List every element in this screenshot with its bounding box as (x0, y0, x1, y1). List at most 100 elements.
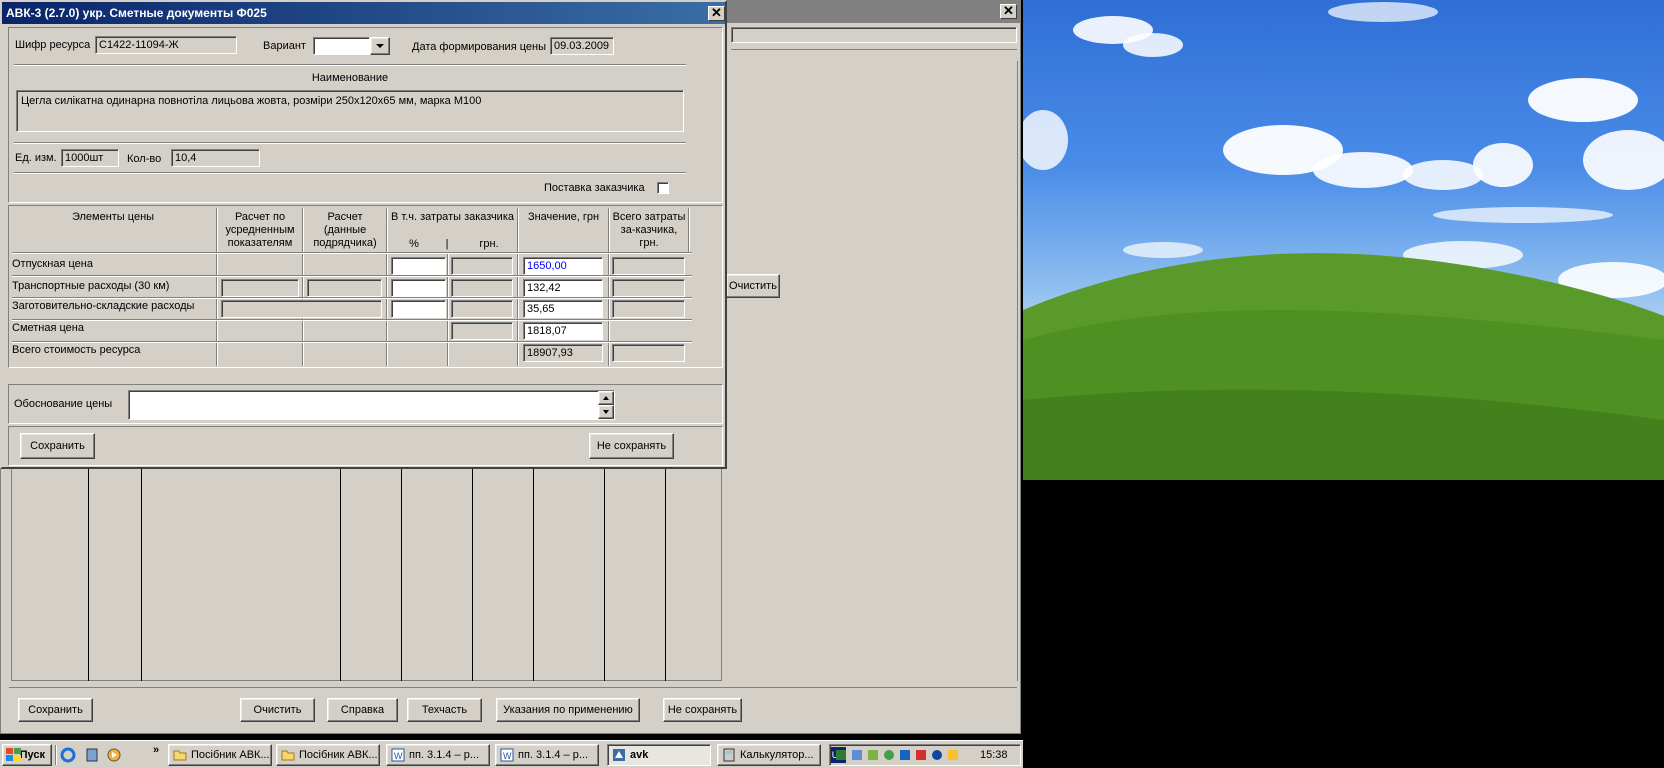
transport-pct-input[interactable] (391, 279, 446, 297)
qty-label: Кол-во (127, 153, 162, 165)
procurement-pct-input[interactable] (391, 300, 446, 318)
divider (12, 252, 692, 254)
main-clear-button[interactable]: Очистить (240, 698, 315, 722)
release-price-pct-input[interactable] (391, 257, 446, 275)
release-price-value-input[interactable]: 1650,00 (523, 257, 603, 275)
column-header-total-customer: Всего затраты за-казчика, грн. (612, 211, 686, 249)
close-icon: ✕ (1003, 3, 1014, 18)
column-header-value: Значение, грн (527, 211, 600, 223)
grid-column (533, 469, 534, 681)
grid-column (88, 469, 89, 681)
quicklaunch-more-icon[interactable]: » (153, 744, 159, 756)
settings-tray-icon[interactable] (930, 748, 944, 762)
refresh-tray-icon[interactable] (882, 748, 896, 762)
release-price-total-field (612, 257, 685, 275)
network-icon[interactable] (834, 748, 848, 762)
start-label: Пуск (19, 749, 45, 761)
qty-field[interactable]: 10,4 (171, 149, 260, 167)
taskbar: Пуск » Посібник АВК... Посібник АВК... W… (0, 740, 1023, 768)
divider (14, 172, 686, 174)
grid-column (665, 469, 666, 681)
taskbar-button-2[interactable]: Посібник АВК... (276, 744, 380, 766)
unit-field[interactable]: 1000шт (61, 149, 119, 167)
divider (688, 208, 690, 252)
divider (731, 49, 1017, 50)
show-desktop-icon[interactable] (84, 747, 100, 763)
word-icon: W (391, 748, 405, 762)
main-nosave-button[interactable]: Не сохранять (663, 698, 742, 722)
main-window-strip (731, 27, 1017, 43)
column-header-contractor: Расчет (данные подрядчика) (313, 211, 377, 249)
svg-text:W: W (394, 751, 403, 761)
scroll-down-button[interactable] (598, 405, 614, 419)
taskbar-button-4[interactable]: W пп. 3.1.4 – р... (495, 744, 599, 766)
update-icon[interactable] (850, 748, 864, 762)
variant-dropdown-button[interactable] (370, 37, 390, 55)
taskbar-button-3[interactable]: W пп. 3.1.4 – р... (386, 744, 490, 766)
chevron-down-icon (603, 410, 609, 414)
taskbar-button-label: Посібник АВК... (299, 749, 378, 761)
column-header-separator: | (445, 238, 449, 250)
column-header-incl-customer: В т.ч. затраты заказчика (391, 211, 514, 223)
row-label-total-cost: Всего стоимость ресурса (12, 344, 141, 356)
price-date-field[interactable]: 09.03.2009 (550, 37, 614, 55)
procurement-value-input[interactable]: 35,65 (523, 300, 603, 318)
taskbar-button-label: avk (630, 749, 649, 761)
sound-icon[interactable] (898, 748, 912, 762)
clock[interactable]: 15:38 (980, 749, 1008, 761)
ie-icon[interactable] (60, 747, 76, 763)
resource-code-label: Шифр ресурса (15, 39, 91, 51)
media-player-icon[interactable] (106, 747, 122, 763)
app-tray-icon[interactable] (866, 748, 880, 762)
grid-column (604, 469, 605, 681)
variant-label: Вариант (263, 40, 306, 52)
row-label-estimate-price: Сметная цена (12, 322, 84, 334)
column-header-avg: Расчет по усредненным показателям (225, 211, 295, 249)
desktop-wallpaper (1023, 0, 1664, 480)
dialog-close-button[interactable]: ✕ (708, 6, 725, 21)
name-field[interactable]: Цегла силікатна одинарна повнотіла лицьо… (16, 90, 684, 132)
divider (12, 341, 692, 343)
row-label-release-price: Отпускная цена (12, 258, 93, 270)
divider (1017, 61, 1018, 681)
customer-supply-checkbox[interactable] (657, 182, 669, 194)
estimate-value-input[interactable]: 1818,07 (523, 322, 603, 340)
svg-text:W: W (503, 751, 512, 761)
start-button[interactable]: Пуск (2, 744, 52, 766)
usage-instructions-button[interactable]: Указания по применению (496, 698, 640, 722)
taskbar-button-5[interactable]: avk (607, 744, 711, 766)
security-tray-icon[interactable] (946, 748, 960, 762)
resource-code-field[interactable]: С1422-11094-Ж (95, 36, 237, 54)
help-button[interactable]: Справка (327, 698, 398, 722)
techpart-button[interactable]: Техчасть (407, 698, 482, 722)
grid-column (401, 469, 402, 681)
results-grid[interactable] (11, 469, 722, 681)
taskbar-button-label: Посібник АВК... (191, 749, 270, 761)
price-date-label: Дата формирования цены (412, 41, 546, 53)
total-customer-cost-field (612, 344, 685, 362)
windows-logo-icon (6, 748, 21, 761)
transport-value-input[interactable]: 132,42 (523, 279, 603, 297)
grid-column (141, 469, 142, 681)
chevron-up-icon (603, 396, 609, 400)
variant-select[interactable] (313, 37, 370, 55)
transport-total-field (612, 279, 685, 297)
transport-grn-field (451, 279, 513, 297)
column-header-pct: % (409, 238, 419, 250)
scroll-up-button[interactable] (598, 391, 614, 405)
procurement-avg-field (221, 300, 382, 318)
taskbar-button-label: пп. 3.1.4 – р... (518, 749, 589, 761)
total-cost-field: 18907,93 (523, 344, 603, 362)
divider (14, 64, 686, 66)
main-window-close-button[interactable]: ✕ (1000, 4, 1017, 19)
dialog-nosave-button[interactable]: Не сохранять (589, 433, 674, 459)
taskbar-button-1[interactable]: Посібник АВК... (168, 744, 272, 766)
flash-tray-icon[interactable] (914, 748, 928, 762)
justification-field[interactable] (128, 390, 615, 420)
row-label-transport: Транспортные расходы (30 км) (12, 280, 170, 292)
release-price-grn-field (451, 257, 513, 275)
dialog-save-button[interactable]: Сохранить (20, 433, 95, 459)
main-save-button[interactable]: Сохранить (18, 698, 93, 722)
clear-button[interactable]: Очистить (726, 274, 780, 298)
taskbar-button-6[interactable]: Калькулятор... (717, 744, 821, 766)
